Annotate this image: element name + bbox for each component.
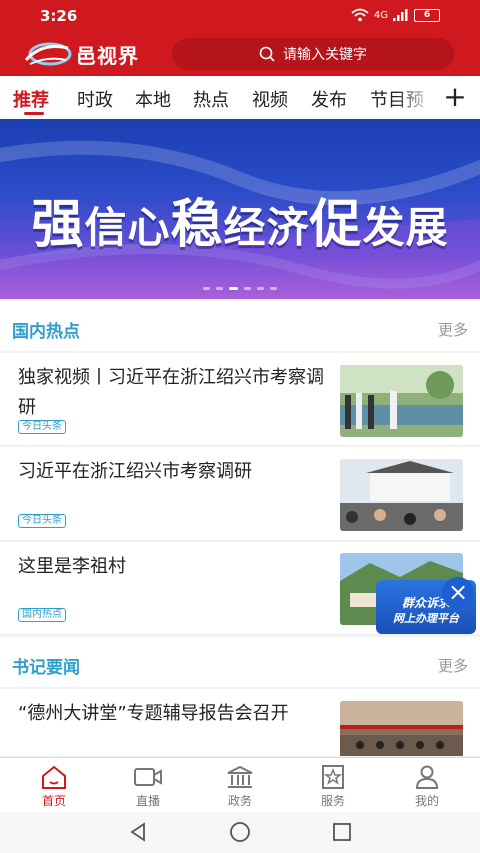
nav-live[interactable]: 直播 <box>108 764 188 809</box>
category-tabs: 推荐 时政 本地 热点 视频 发布 节目预 + <box>0 76 480 119</box>
app-logo: 邑视界 <box>22 38 139 70</box>
section-title: 国内热点 <box>12 322 80 342</box>
news-item[interactable]: 习近平在浙江绍兴市考察调研 今日头条 <box>0 447 480 541</box>
recent-apps-icon[interactable] <box>332 822 352 842</box>
news-thumbnail <box>340 365 463 437</box>
status-bar: 3:26 4G 6 <box>0 0 480 32</box>
more-link[interactable]: 更多 <box>438 655 468 676</box>
nav-government[interactable]: 政务 <box>200 764 280 809</box>
home-icon <box>42 765 66 789</box>
tabs-fade <box>395 76 435 119</box>
news-thumbnail <box>340 701 463 756</box>
banner-dot[interactable] <box>216 287 223 290</box>
banner-pagination <box>0 287 480 290</box>
search-icon <box>259 46 275 62</box>
news-item[interactable]: “德州大讲堂”专题辅导报告会召开 <box>0 689 480 757</box>
status-icons: 4G 6 <box>351 8 440 22</box>
banner-dot[interactable] <box>229 287 238 290</box>
banner-dot[interactable] <box>270 287 277 290</box>
wifi-icon <box>351 8 369 22</box>
tab-hot[interactable]: 热点 <box>193 86 229 112</box>
nav-profile[interactable]: 我的 <box>387 764 467 809</box>
signal-icon <box>393 9 408 21</box>
status-time: 3:26 <box>40 7 78 25</box>
tab-recommend[interactable]: 推荐 <box>13 86 49 112</box>
more-link[interactable]: 更多 <box>438 319 468 340</box>
banner-dot[interactable] <box>257 287 264 290</box>
news-title: “德州大讲堂”专题辅导报告会召开 <box>18 703 289 724</box>
add-tab-icon[interactable]: + <box>440 80 470 113</box>
battery-icon: 6 <box>414 8 440 22</box>
section-secretary-header: 书记要闻 更多 <box>0 637 480 687</box>
news-tag: 今日头条 <box>18 514 66 528</box>
news-title: 习近平在浙江绍兴市考察调研 <box>18 461 252 482</box>
nav-label: 直播 <box>135 794 160 808</box>
section-domestic-header: 国内热点 更多 <box>0 301 480 351</box>
building-icon <box>227 765 253 788</box>
news-item[interactable]: 独家视频丨习近平在浙江绍兴市考察调研 今日头条 <box>0 353 480 446</box>
logo-text: 邑视界 <box>76 43 139 68</box>
section-title: 书记要闻 <box>12 658 80 678</box>
news-tag: 国内热点 <box>18 608 66 622</box>
logo-mark-icon <box>24 42 72 66</box>
banner-dot[interactable] <box>203 287 210 290</box>
banner-headline: 强信心稳经济促发展 <box>31 195 449 255</box>
home-circle-icon[interactable] <box>229 821 251 843</box>
news-tag: 今日头条 <box>18 420 66 434</box>
nav-label: 政务 <box>227 794 252 808</box>
nav-service[interactable]: 服务 <box>293 764 373 809</box>
nav-home[interactable]: 首页 <box>14 764 94 809</box>
app-header: 邑视界 请输入关键字 <box>0 32 480 76</box>
active-tab-indicator <box>24 112 44 115</box>
bottom-nav: 首页 直播 政务 服务 我的 <box>0 757 480 812</box>
search-input[interactable]: 请输入关键字 <box>172 38 454 70</box>
user-icon <box>415 765 439 789</box>
nav-label: 首页 <box>41 794 66 808</box>
close-icon[interactable]: × <box>442 577 474 609</box>
news-title: 这里是李祖村 <box>18 556 126 577</box>
tab-release[interactable]: 发布 <box>311 86 347 112</box>
tab-video[interactable]: 视频 <box>252 86 288 112</box>
star-bookmark-icon <box>322 765 344 789</box>
news-thumbnail <box>340 459 463 531</box>
tab-local[interactable]: 本地 <box>135 86 171 112</box>
back-icon[interactable] <box>128 822 148 842</box>
banner-dot[interactable] <box>244 287 251 290</box>
network-label: 4G <box>373 9 388 21</box>
news-title: 独家视频丨习近平在浙江绍兴市考察调研 <box>18 367 324 418</box>
badge-line2: 网上办理平台 <box>393 612 459 625</box>
search-placeholder: 请输入关键字 <box>283 47 367 63</box>
system-nav-bar <box>0 812 480 853</box>
nav-label: 服务 <box>320 794 345 808</box>
video-camera-icon <box>134 768 162 786</box>
hero-banner[interactable]: 强信心稳经济促发展 <box>0 119 480 299</box>
nav-label: 我的 <box>414 794 439 808</box>
tab-politics[interactable]: 时政 <box>77 86 113 112</box>
